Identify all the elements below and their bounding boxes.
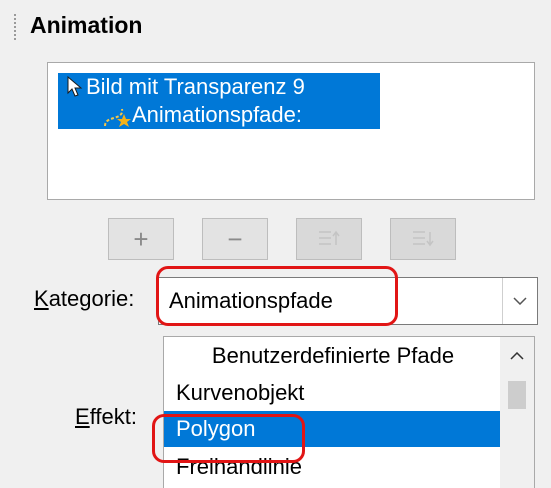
motion-path-icon [104, 108, 131, 127]
highlight-polygon [152, 414, 305, 463]
effekt-list[interactable]: Benutzerdefinierte Pfade Kurvenobjekt Po… [163, 336, 535, 488]
move-up-button[interactable] [296, 218, 362, 260]
effekt-label: Effekt: [75, 404, 137, 429]
effekt-scrollbar[interactable] [500, 337, 534, 488]
scroll-up-button[interactable] [500, 337, 534, 375]
highlight-kategorie [156, 266, 398, 326]
list-item-label: Animationspfade: [132, 102, 302, 127]
move-up-icon [319, 230, 340, 245]
move-down-button[interactable] [390, 218, 456, 260]
scrollbar-thumb[interactable] [508, 381, 526, 409]
kategorie-label: Kategorie: [34, 286, 135, 311]
panel-grip[interactable] [14, 14, 20, 40]
dropdown-toggle[interactable] [502, 278, 537, 324]
panel-title: Animation [30, 12, 143, 38]
animation-list[interactable]: Bild mit Transparenz 9 Animationspfade: [47, 62, 535, 200]
plus-icon: + [133, 223, 149, 254]
remove-effect-button[interactable]: − [202, 218, 268, 260]
cursor-icon [67, 76, 83, 97]
list-item[interactable]: Animationspfade: [58, 101, 380, 129]
move-down-icon [413, 231, 434, 247]
add-effect-button[interactable]: + [108, 218, 174, 260]
chevron-up-icon [510, 352, 524, 360]
list-item-label: Bild mit Transparenz 9 [86, 74, 305, 99]
effekt-item-kurvenobjekt[interactable]: Kurvenobjekt [164, 375, 502, 411]
effekt-group-header: Benutzerdefinierte Pfade [211, 343, 455, 368]
list-item[interactable]: Bild mit Transparenz 9 [58, 73, 380, 101]
minus-icon: − [227, 223, 243, 254]
chevron-down-icon [513, 297, 527, 305]
